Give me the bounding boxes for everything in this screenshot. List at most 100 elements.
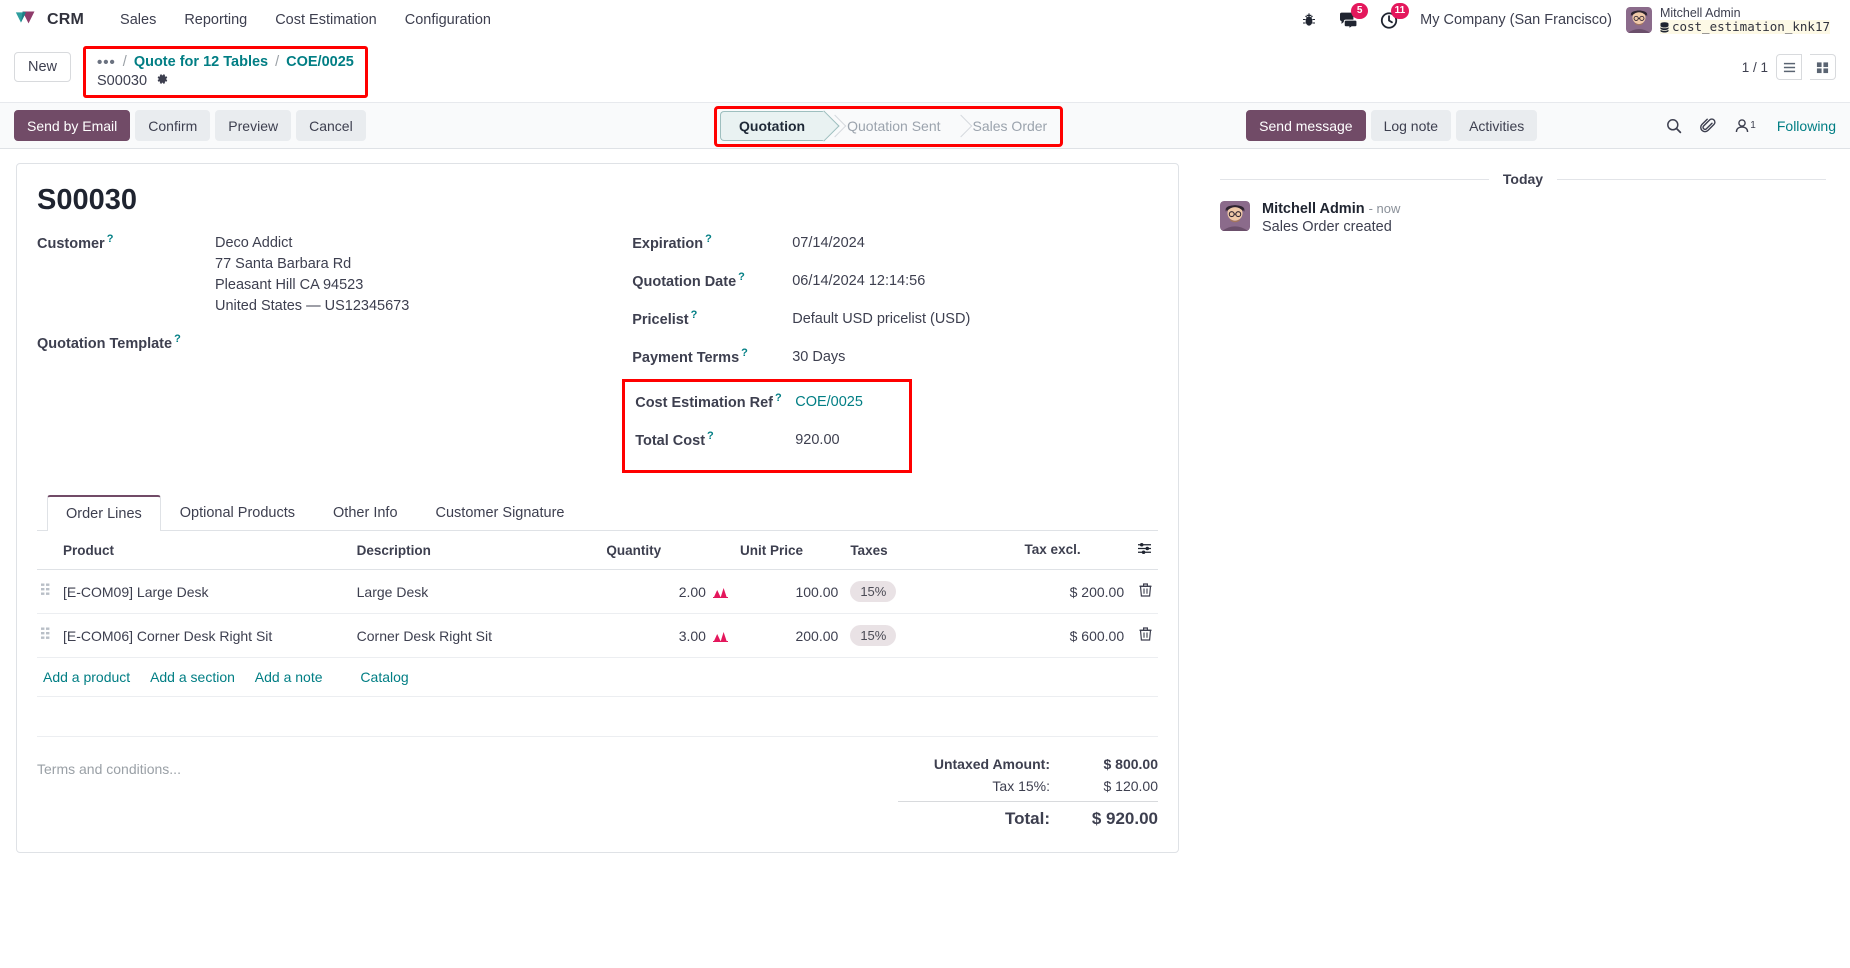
forecast-sparkline-icon[interactable]: [712, 630, 728, 642]
cell-description[interactable]: Corner Desk Right Sit: [350, 613, 601, 658]
database-name: cost_estimation_knk17: [1659, 19, 1830, 35]
order-lines-body: [E-COM09] Large Desk Large Desk 2.00 100…: [37, 569, 1158, 737]
gear-icon[interactable]: [155, 72, 169, 89]
cell-unit-price[interactable]: 200.00: [733, 613, 845, 658]
help-icon-template[interactable]: ?: [174, 333, 181, 345]
delete-line-icon[interactable]: [1139, 627, 1152, 644]
status-sales-order[interactable]: Sales Order: [949, 113, 1058, 139]
terms-and-conditions[interactable]: Terms and conditions...: [37, 753, 898, 832]
message-author-avatar[interactable]: [1220, 201, 1250, 231]
field-cost-estimation-ref-label: Cost Estimation Ref?: [635, 392, 795, 411]
help-icon-cost-ref[interactable]: ?: [775, 392, 782, 404]
search-messages-button[interactable]: [1657, 118, 1691, 134]
field-customer-label-text: Customer: [37, 235, 105, 252]
send-by-email-button[interactable]: Send by Email: [14, 110, 131, 141]
user-menu[interactable]: Mitchell Admin cost_estimation_knk17: [1625, 6, 1836, 35]
cell-quantity[interactable]: 2.00: [600, 569, 734, 614]
col-taxes[interactable]: Taxes: [844, 531, 1019, 570]
drag-handle-icon[interactable]: [41, 583, 50, 599]
tab-optional-products[interactable]: Optional Products: [161, 495, 314, 531]
field-payment-terms-value[interactable]: 30 Days: [792, 347, 845, 368]
messages-button[interactable]: 5: [1328, 0, 1369, 40]
table-row[interactable]: [E-COM09] Large Desk Large Desk 2.00 100…: [37, 569, 1158, 614]
catalog-link[interactable]: Catalog: [360, 669, 408, 685]
field-customer-label: Customer?: [37, 233, 215, 252]
help-icon-customer[interactable]: ?: [107, 233, 114, 245]
log-note-button[interactable]: Log note: [1370, 110, 1452, 141]
add-a-product-link[interactable]: Add a product: [43, 669, 130, 685]
cell-taxes[interactable]: 15%: [844, 613, 1019, 658]
col-product[interactable]: Product: [37, 531, 351, 570]
field-total-cost-label: Total Cost?: [635, 430, 795, 449]
menu-item-cost-estimation[interactable]: Cost Estimation: [261, 6, 391, 34]
help-icon-quotation-date[interactable]: ?: [738, 271, 745, 283]
tab-order-lines[interactable]: Order Lines: [47, 495, 161, 531]
new-record-button[interactable]: New: [14, 52, 72, 82]
help-icon-total-cost[interactable]: ?: [707, 430, 714, 442]
add-a-note-link[interactable]: Add a note: [255, 669, 323, 685]
field-customer-value[interactable]: Deco Addict 77 Santa Barbara Rd Pleasant…: [215, 233, 409, 317]
total-untaxed-label: Untaxed Amount:: [933, 756, 1050, 772]
followers-button[interactable]: 1: [1725, 118, 1765, 134]
field-total-cost-value[interactable]: 920.00: [795, 430, 839, 451]
help-icon-expiration[interactable]: ?: [705, 233, 712, 245]
breadcrumb-item-coe[interactable]: COE/0025: [286, 54, 354, 70]
cell-description[interactable]: Large Desk: [350, 569, 601, 614]
cancel-button[interactable]: Cancel: [296, 110, 366, 141]
field-quotation-date-value[interactable]: 06/14/2024 12:14:56: [792, 271, 925, 292]
cell-product[interactable]: [E-COM06] Corner Desk Right Sit: [37, 613, 351, 658]
breadcrumb-item-quote[interactable]: Quote for 12 Tables: [134, 54, 268, 70]
help-icon-pricelist[interactable]: ?: [691, 309, 698, 321]
delete-line-icon[interactable]: [1139, 583, 1152, 600]
menu-item-configuration[interactable]: Configuration: [391, 6, 505, 34]
help-icon-payment-terms[interactable]: ?: [741, 347, 748, 359]
cost-estimation-highlight-box: Cost Estimation Ref? COE/0025 Total Cost…: [622, 379, 913, 473]
col-unit-price[interactable]: Unit Price: [733, 531, 845, 570]
preview-button[interactable]: Preview: [215, 110, 292, 141]
activities-button-chatter[interactable]: Activities: [1456, 110, 1538, 141]
total-tax-label: Tax 15%:: [992, 778, 1050, 794]
tab-customer-signature[interactable]: Customer Signature: [417, 495, 584, 531]
field-expiration-label-text: Expiration: [632, 235, 704, 252]
following-toggle[interactable]: Following: [1777, 118, 1836, 134]
list-view-icon: [1783, 62, 1795, 72]
cell-product[interactable]: [E-COM09] Large Desk: [37, 569, 351, 614]
brand-home-link[interactable]: CRM: [14, 9, 84, 31]
status-quotation-sent[interactable]: Quotation Sent: [823, 113, 950, 139]
person-icon: [1735, 118, 1749, 132]
status-quotation-sent-label: Quotation Sent: [847, 118, 941, 134]
breadcrumb-overflow-button[interactable]: •••: [97, 55, 116, 70]
cell-taxes[interactable]: 15%: [844, 569, 1019, 614]
company-switcher[interactable]: My Company (San Francisco): [1410, 12, 1626, 28]
table-header-row: Product Description Quantity Unit Price …: [37, 531, 1158, 570]
table-row[interactable]: [E-COM06] Corner Desk Right Sit Corner D…: [37, 613, 1158, 658]
menu-item-reporting[interactable]: Reporting: [170, 6, 261, 34]
cell-quantity[interactable]: 3.00: [600, 613, 734, 658]
add-a-section-link[interactable]: Add a section: [150, 669, 235, 685]
field-pricelist-value[interactable]: Default USD pricelist (USD): [792, 309, 970, 330]
field-cost-estimation-ref-value[interactable]: COE/0025: [795, 392, 863, 413]
gear-glyph: [157, 74, 168, 84]
forecast-sparkline-icon[interactable]: [712, 586, 728, 598]
status-quotation[interactable]: Quotation: [720, 111, 826, 141]
status-arrow-icon: [823, 114, 847, 138]
send-message-button[interactable]: Send message: [1246, 110, 1366, 141]
col-description[interactable]: Description: [350, 531, 601, 570]
optional-columns-icon[interactable]: [1137, 542, 1152, 558]
kanban-view-button[interactable]: [1810, 54, 1836, 80]
message-author-name[interactable]: Mitchell Admin: [1262, 201, 1365, 217]
activities-button[interactable]: 11: [1369, 0, 1410, 40]
field-expiration-value[interactable]: 07/14/2024: [792, 233, 865, 254]
list-view-button[interactable]: [1776, 54, 1802, 80]
sliders-icon: [1138, 543, 1151, 554]
total-grand-row: Total: $ 920.00: [898, 801, 1158, 832]
debug-menu-button[interactable]: [1290, 0, 1328, 40]
tab-other-info[interactable]: Other Info: [314, 495, 416, 531]
menu-item-sales[interactable]: Sales: [106, 6, 170, 34]
col-quantity[interactable]: Quantity: [600, 531, 734, 570]
customer-city: Pleasant Hill CA 94523: [215, 277, 364, 293]
drag-handle-icon[interactable]: [41, 627, 50, 643]
cell-unit-price[interactable]: 100.00: [733, 569, 845, 614]
confirm-button[interactable]: Confirm: [135, 110, 211, 141]
attachments-button[interactable]: [1691, 117, 1725, 134]
